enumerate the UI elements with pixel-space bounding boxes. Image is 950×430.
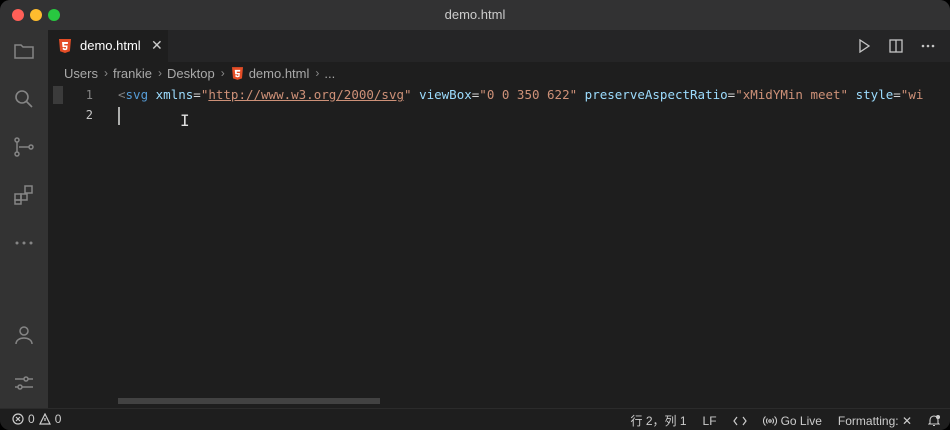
token: "xMidYMin meet" <box>735 87 849 102</box>
token: < <box>118 87 126 102</box>
token: preserveAspectRatio <box>584 87 728 102</box>
close-icon[interactable]: ✕ <box>151 37 163 54</box>
token: "wi <box>900 87 924 102</box>
chevron-right-icon: › <box>315 66 320 80</box>
error-count: 0 <box>28 412 35 426</box>
source-control-icon[interactable] <box>11 134 37 160</box>
editor-actions <box>854 36 938 56</box>
chevron-right-icon: › <box>157 66 162 80</box>
token: svg <box>125 87 149 102</box>
error-icon <box>12 413 24 425</box>
split-editor-icon[interactable] <box>886 36 906 56</box>
horizontal-scrollbar[interactable] <box>118 398 380 404</box>
activity-bar <box>0 30 48 408</box>
vscode-window: demo.html demo.html ✕ Users › frankie › … <box>0 0 950 430</box>
text-cursor <box>118 107 120 125</box>
code-icon[interactable] <box>732 415 747 427</box>
html5-icon <box>231 66 243 80</box>
formatting-status[interactable]: Formatting: ✕ <box>838 414 912 428</box>
go-live-button[interactable]: Go Live <box>762 413 822 428</box>
code-editor[interactable]: 1 2 <svg xmlns="http://www.w3.org/2000/s… <box>48 84 950 408</box>
line-number: 2 <box>85 108 93 122</box>
status-bar: 0 0 行 2，列 1 LF Go Live Formatting: ✕ <box>0 408 950 430</box>
token: = <box>193 87 201 102</box>
title-bar: demo.html <box>0 0 950 30</box>
token: style <box>855 87 894 102</box>
tab-bar: demo.html ✕ <box>48 30 950 62</box>
token: = <box>893 87 901 102</box>
breadcrumb-file[interactable]: demo.html <box>249 66 310 81</box>
code-line-1: <svg xmlns="http://www.w3.org/2000/svg" … <box>118 87 923 102</box>
warning-icon <box>38 413 51 425</box>
breadcrumb-users[interactable]: Users <box>64 66 98 81</box>
token: "0 0 350 622" <box>479 87 578 102</box>
broadcast-icon <box>762 415 777 426</box>
token: xmlns <box>155 87 194 102</box>
run-icon[interactable] <box>854 36 874 56</box>
problems-indicator[interactable]: 0 0 <box>12 412 61 426</box>
breadcrumb-frankie[interactable]: frankie <box>113 66 152 81</box>
chevron-right-icon: › <box>103 66 108 80</box>
notifications-icon[interactable] <box>928 414 940 427</box>
breadcrumb-more[interactable]: ... <box>324 66 335 81</box>
end-of-line[interactable]: LF <box>703 414 717 428</box>
explorer-icon[interactable] <box>11 38 37 64</box>
go-live-label: Go Live <box>780 413 822 428</box>
breadcrumb-desktop[interactable]: Desktop <box>167 66 215 81</box>
ibeam-cursor-icon: I <box>180 111 190 130</box>
account-icon[interactable] <box>11 322 37 348</box>
line-number: 1 <box>85 88 93 102</box>
token: " <box>404 87 412 102</box>
tab-label: demo.html <box>80 38 141 53</box>
url-link[interactable]: http://www.w3.org/2000/svg <box>208 87 404 102</box>
html5-icon <box>59 39 71 58</box>
more-icon[interactable] <box>11 230 37 256</box>
chevron-right-icon: › <box>220 66 225 80</box>
window-title: demo.html <box>444 7 506 22</box>
more-actions-icon[interactable] <box>918 36 938 56</box>
cursor-position[interactable]: 行 2，列 1 <box>631 412 687 429</box>
breadcrumb: Users › frankie › Desktop › demo.html › … <box>48 62 950 84</box>
warning-count: 0 <box>54 412 62 426</box>
manage-icon[interactable] <box>11 370 37 396</box>
token: viewBox <box>419 87 472 102</box>
tab-demo-html[interactable]: demo.html ✕ <box>48 30 168 62</box>
search-icon[interactable] <box>11 86 37 112</box>
extensions-icon[interactable] <box>11 182 37 208</box>
